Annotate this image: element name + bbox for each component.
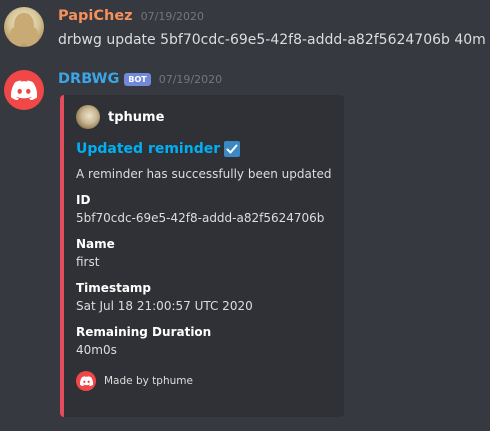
embed-field-name: Name first bbox=[76, 235, 336, 271]
author-name: tphume bbox=[108, 109, 165, 125]
field-value: 5bf70cdc-69e5-42f8-addd-a82f5624706b bbox=[76, 211, 325, 225]
bot-badge: BOT bbox=[124, 72, 151, 86]
field-value: first bbox=[76, 255, 100, 269]
message-drbwg: DRBWG BOT 07/19/2020 bbox=[0, 69, 222, 89]
field-name: Timestamp bbox=[76, 281, 152, 295]
username[interactable]: DRBWG bbox=[58, 71, 119, 87]
embed-field-timestamp: Timestamp Sat Jul 18 21:00:57 UTC 2020 bbox=[76, 279, 336, 315]
embed-body: tphume Updated reminder A reminder has s… bbox=[76, 105, 336, 391]
username[interactable]: PapiChez bbox=[58, 8, 133, 24]
embed-field-id: ID 5bf70cdc-69e5-42f8-addd-a82f5624706b bbox=[76, 191, 336, 227]
embed-title: Updated reminder bbox=[76, 141, 336, 157]
message-header: DRBWG BOT 07/19/2020 bbox=[58, 69, 222, 89]
field-value: 40m0s bbox=[76, 343, 117, 357]
author-avatar bbox=[76, 105, 100, 129]
embed-description: A reminder has successfully been updated bbox=[76, 167, 332, 181]
discord-logo-icon bbox=[76, 371, 96, 391]
embed-footer: Made by tphume bbox=[76, 371, 336, 391]
field-name: ID bbox=[76, 193, 91, 207]
message-timestamp: 07/19/2020 bbox=[158, 72, 223, 86]
embed-author: tphume bbox=[76, 105, 336, 129]
message-content: drbwg update 5bf70cdc-69e5-42f8-addd-a82… bbox=[58, 32, 486, 48]
field-value: Sat Jul 18 21:00:57 UTC 2020 bbox=[76, 299, 253, 313]
embed-title-text: Updated reminder bbox=[76, 141, 221, 157]
message-timestamp: 07/19/2020 bbox=[140, 9, 205, 23]
check-box-icon bbox=[224, 141, 241, 157]
field-name: Remaining Duration bbox=[76, 325, 212, 339]
message-header: PapiChez 07/19/2020 bbox=[58, 6, 486, 26]
field-name: Name bbox=[76, 237, 115, 251]
embed-field-remaining-duration: Remaining Duration 40m0s bbox=[76, 323, 336, 359]
embed-card: tphume Updated reminder A reminder has s… bbox=[60, 95, 344, 417]
message-papichez: PapiChez 07/19/2020 drbwg update 5bf70cd… bbox=[0, 6, 486, 50]
footer-text: Made by tphume bbox=[104, 375, 193, 387]
